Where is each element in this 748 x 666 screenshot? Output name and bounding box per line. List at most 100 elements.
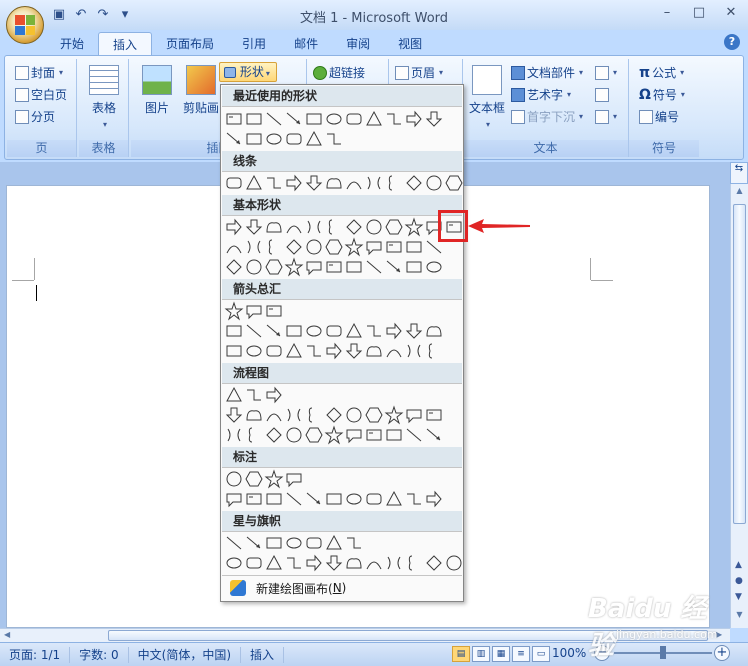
save-icon[interactable]: ▣ xyxy=(50,7,68,23)
shape-option[interactable] xyxy=(344,489,364,509)
undo-icon[interactable]: ↶ xyxy=(72,7,90,23)
shape-option[interactable] xyxy=(424,109,444,129)
word-count[interactable]: 字数: 0 xyxy=(70,646,129,663)
shape-option[interactable] xyxy=(404,321,424,341)
wordart-button[interactable]: 艺术字 ▾ xyxy=(511,85,571,105)
shape-option[interactable] xyxy=(284,553,304,573)
shape-option[interactable] xyxy=(324,405,344,425)
shape-option[interactable] xyxy=(284,469,304,489)
full-screen-reading-icon[interactable]: ▥ xyxy=(472,646,490,662)
tab-page-layout[interactable]: 页面布局 xyxy=(152,32,228,56)
vertical-scroll-thumb[interactable] xyxy=(733,204,746,524)
shape-option[interactable] xyxy=(264,341,284,361)
shape-option[interactable] xyxy=(364,405,384,425)
shape-option[interactable] xyxy=(264,321,284,341)
shape-option[interactable] xyxy=(384,109,404,129)
shape-option[interactable] xyxy=(344,553,364,573)
shape-option[interactable] xyxy=(304,321,324,341)
next-page-icon[interactable]: ▼ xyxy=(735,592,742,602)
vertical-scrollbar[interactable]: ▲ ▲ ● ▼ ▼ xyxy=(730,184,748,628)
shape-option[interactable] xyxy=(244,469,264,489)
shape-option[interactable] xyxy=(344,217,364,237)
shape-option[interactable] xyxy=(384,173,404,193)
tab-home[interactable]: 开始 xyxy=(46,32,98,56)
tab-view[interactable]: 视图 xyxy=(384,32,436,56)
shape-option[interactable] xyxy=(284,341,304,361)
shape-option[interactable] xyxy=(304,129,324,149)
shape-option[interactable] xyxy=(444,173,464,193)
shape-option[interactable] xyxy=(424,553,444,573)
shape-option[interactable] xyxy=(324,489,344,509)
shape-option[interactable] xyxy=(264,129,284,149)
shape-option[interactable] xyxy=(224,533,244,553)
shape-option[interactable] xyxy=(264,533,284,553)
shape-option[interactable] xyxy=(384,405,404,425)
shape-option[interactable] xyxy=(264,109,284,129)
shape-option[interactable] xyxy=(324,257,344,277)
redo-icon[interactable]: ↷ xyxy=(94,7,112,23)
shape-option[interactable] xyxy=(284,489,304,509)
shape-option[interactable] xyxy=(224,257,244,277)
shape-option[interactable] xyxy=(384,489,404,509)
equation-button[interactable]: π 公式 ▾ xyxy=(639,63,684,83)
language-indicator[interactable]: 中文(简体，中国) xyxy=(129,646,242,663)
shape-option[interactable] xyxy=(224,425,244,445)
shape-option[interactable] xyxy=(404,257,424,277)
close-button[interactable]: ✕ xyxy=(720,4,742,22)
object-button[interactable]: ▾ xyxy=(595,107,617,127)
ruler-toggle-icon[interactable]: ⇆ xyxy=(730,162,748,184)
shape-option[interactable] xyxy=(404,405,424,425)
shape-option[interactable] xyxy=(364,321,384,341)
shape-option[interactable] xyxy=(364,217,384,237)
shape-option[interactable] xyxy=(304,553,324,573)
shape-option[interactable] xyxy=(244,533,264,553)
tab-references[interactable]: 引用 xyxy=(228,32,280,56)
shape-option[interactable] xyxy=(244,237,264,257)
shape-option[interactable] xyxy=(224,301,244,321)
shape-option[interactable] xyxy=(364,425,384,445)
shape-option[interactable] xyxy=(284,405,304,425)
shape-option[interactable] xyxy=(364,553,384,573)
scroll-left-icon[interactable]: ◀ xyxy=(4,630,10,639)
shape-option[interactable] xyxy=(264,385,284,405)
shape-option[interactable] xyxy=(324,341,344,361)
shape-option[interactable] xyxy=(304,173,324,193)
shape-option[interactable] xyxy=(264,405,284,425)
shape-option[interactable] xyxy=(404,173,424,193)
help-icon[interactable]: ? xyxy=(724,34,740,50)
print-layout-icon[interactable]: ▤ xyxy=(452,646,470,662)
shape-option[interactable] xyxy=(244,109,264,129)
shape-option[interactable] xyxy=(324,109,344,129)
shape-option[interactable] xyxy=(224,173,244,193)
maximize-button[interactable]: □ xyxy=(688,4,710,22)
shape-option[interactable] xyxy=(384,321,404,341)
shape-option[interactable] xyxy=(384,257,404,277)
zoom-level[interactable]: 100% xyxy=(552,646,586,660)
shape-option[interactable] xyxy=(284,321,304,341)
shape-option[interactable] xyxy=(404,553,424,573)
numbering-button[interactable]: 编号 xyxy=(639,107,679,127)
shape-option[interactable] xyxy=(244,173,264,193)
shape-option[interactable] xyxy=(284,217,304,237)
shape-option[interactable] xyxy=(344,405,364,425)
shape-option[interactable] xyxy=(264,469,284,489)
shape-option[interactable] xyxy=(244,385,264,405)
shape-option[interactable] xyxy=(284,129,304,149)
office-button[interactable] xyxy=(6,6,44,44)
shape-option[interactable] xyxy=(244,553,264,573)
shape-option[interactable] xyxy=(264,257,284,277)
shape-option[interactable] xyxy=(344,533,364,553)
shape-option[interactable] xyxy=(344,341,364,361)
shape-option[interactable] xyxy=(384,341,404,361)
shape-option[interactable] xyxy=(424,173,444,193)
shape-option[interactable] xyxy=(224,489,244,509)
shape-option[interactable] xyxy=(224,237,244,257)
quick-parts-button[interactable]: 文档部件 ▾ xyxy=(511,63,583,83)
shape-option[interactable] xyxy=(244,489,264,509)
insert-mode[interactable]: 插入 xyxy=(241,646,285,663)
shape-option[interactable] xyxy=(304,217,324,237)
clipart-button[interactable]: 剪贴画 xyxy=(179,65,223,116)
new-drawing-canvas-item[interactable]: 新建绘图画布(N) xyxy=(222,576,462,600)
shape-option[interactable] xyxy=(384,237,404,257)
draft-icon[interactable]: ▭ xyxy=(532,646,550,662)
